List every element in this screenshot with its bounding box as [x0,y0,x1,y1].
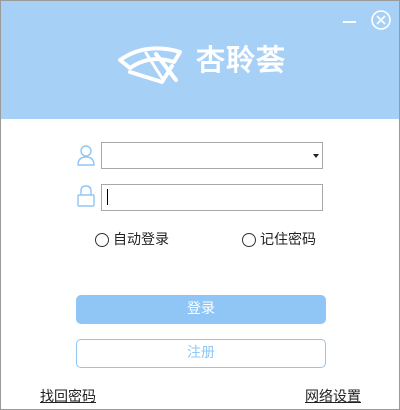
text-caret [107,189,108,205]
dropdown-arrow-icon[interactable] [313,154,319,158]
account-select[interactable] [101,142,323,169]
auto-login-radio[interactable] [95,233,109,247]
minimize-button[interactable] [339,9,361,31]
app-logo: 杏聆荟 [116,38,291,88]
app-name: 杏聆荟 [196,43,287,77]
logo-mark-icon [118,46,182,84]
register-button[interactable]: 注册 [76,339,326,368]
remember-password-radio[interactable] [242,233,256,247]
close-icon [371,10,391,30]
minimize-icon [343,21,356,23]
user-icon [77,144,95,166]
password-input[interactable] [101,184,323,211]
find-password-link[interactable]: 找回密码 [40,386,96,406]
auto-login-label: 自动登录 [113,232,169,248]
close-button[interactable] [370,9,392,31]
remember-password-label: 记住密码 [260,232,316,248]
login-window: 杏聆荟 自动登录 记住密码 登录 注册 找回密码 网络设置 [0,0,400,410]
login-button[interactable]: 登录 [76,295,326,324]
network-settings-link[interactable]: 网络设置 [305,386,361,406]
lock-icon [77,185,95,207]
header-banner: 杏聆荟 [1,1,399,119]
